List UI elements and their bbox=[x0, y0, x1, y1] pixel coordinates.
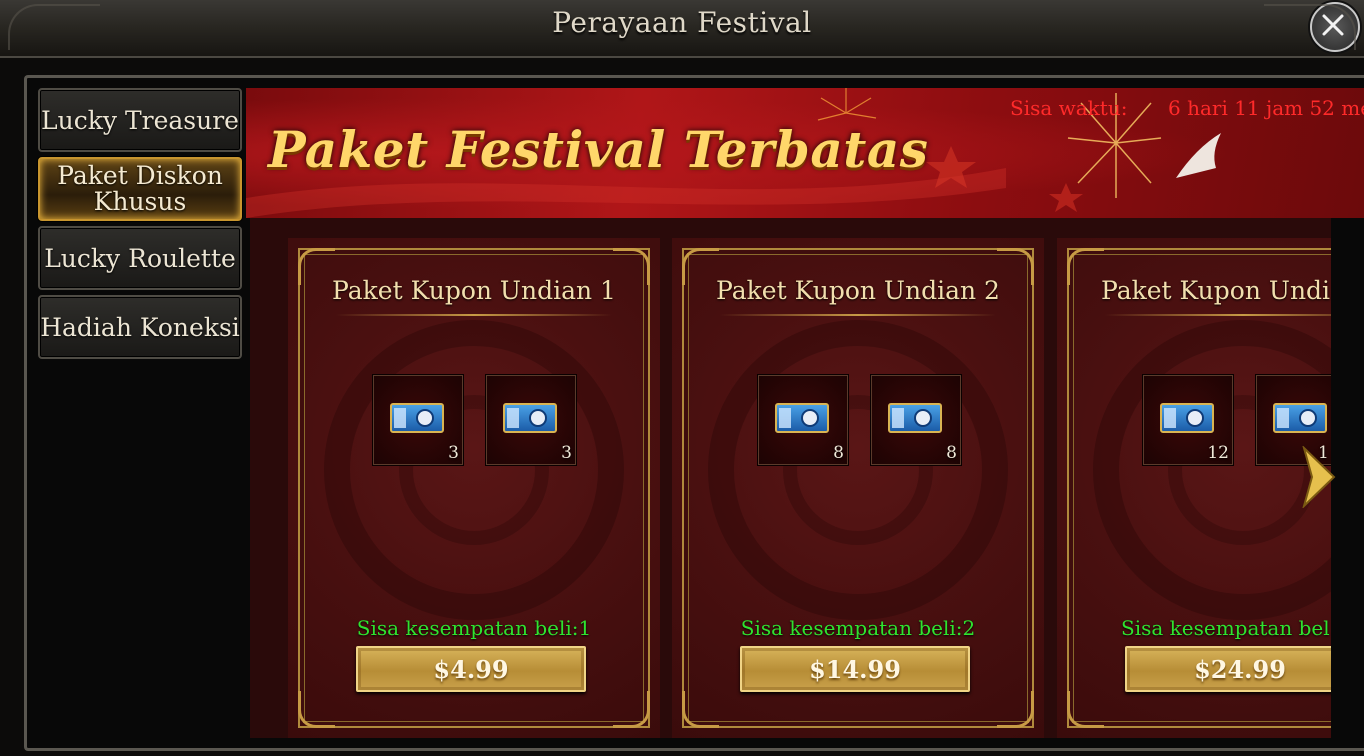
corner-ornament bbox=[997, 691, 1034, 728]
title-divider bbox=[336, 314, 612, 316]
title-divider bbox=[1105, 314, 1331, 316]
package-card: Paket Kupon Undi 12 1 Sisa kesempatan be… bbox=[1057, 238, 1331, 738]
item-quantity: 12 bbox=[1207, 443, 1229, 463]
lottery-coupon-icon bbox=[888, 403, 942, 433]
lottery-coupon-icon bbox=[1160, 403, 1214, 433]
item-quantity: 8 bbox=[946, 443, 957, 463]
tab-label: Paket Diskon Khusus bbox=[57, 161, 223, 216]
next-arrow-icon[interactable] bbox=[1302, 446, 1336, 508]
timer-value: 6 hari 11 jam 52 me bbox=[1168, 96, 1364, 120]
corner-ornament bbox=[298, 691, 335, 728]
lottery-coupon-icon bbox=[775, 403, 829, 433]
tab-hadiah-koneksi[interactable]: Hadiah Koneksi bbox=[38, 295, 242, 359]
corner-ornament bbox=[682, 691, 719, 728]
lottery-coupon-icon bbox=[1273, 403, 1327, 433]
package-card: Paket Kupon Undian 1 3 3 Sisa kesempatan… bbox=[288, 238, 660, 738]
tab-paket-diskon-khusus[interactable]: Paket Diskon Khusus bbox=[38, 157, 242, 221]
buy-button[interactable]: $14.99 bbox=[740, 646, 970, 692]
package-title: Paket Kupon Undian 2 bbox=[716, 276, 1000, 305]
price-label: $4.99 bbox=[433, 654, 509, 684]
corner-ornament bbox=[1067, 248, 1104, 285]
item-slot[interactable]: 8 bbox=[870, 374, 962, 466]
tab-lucky-treasure[interactable]: Lucky Treasure bbox=[38, 88, 242, 152]
tab-label: Hadiah Koneksi bbox=[40, 312, 240, 342]
item-quantity: 3 bbox=[561, 443, 572, 463]
window-title: Perayaan Festival bbox=[552, 6, 812, 39]
price-label: $24.99 bbox=[1194, 654, 1286, 684]
tab-label: Lucky Roulette bbox=[44, 243, 236, 273]
lottery-coupon-icon bbox=[390, 403, 444, 433]
item-quantity: 8 bbox=[833, 443, 844, 463]
title-bar: Perayaan Festival bbox=[0, 0, 1364, 58]
item-slot[interactable]: 8 bbox=[757, 374, 849, 466]
remaining-purchases: Sisa kesempatan beli:2 bbox=[740, 616, 976, 640]
item-quantity: 3 bbox=[448, 443, 459, 463]
close-button[interactable] bbox=[1310, 2, 1360, 52]
item-slot[interactable]: 12 bbox=[1142, 374, 1234, 466]
close-icon bbox=[1322, 14, 1344, 36]
corner-ornament bbox=[613, 691, 650, 728]
remaining-purchases: Sisa kesempatan bel bbox=[1121, 616, 1330, 640]
corner-ornament bbox=[1067, 691, 1104, 728]
remaining-purchases: Sisa kesempatan beli:1 bbox=[356, 616, 592, 640]
banner-title: Paket Festival Terbatas bbox=[268, 120, 929, 179]
item-slot[interactable]: 3 bbox=[372, 374, 464, 466]
item-slot[interactable]: 3 bbox=[485, 374, 577, 466]
title-divider bbox=[720, 314, 996, 316]
package-list[interactable]: Paket Kupon Undian 1 3 3 Sisa kesempatan… bbox=[250, 218, 1331, 738]
tab-label: Lucky Treasure bbox=[41, 105, 239, 135]
festival-banner: Paket Festival Terbatas Sisa waktu: 6 ha… bbox=[246, 88, 1364, 218]
timer-label: Sisa waktu: bbox=[1010, 96, 1128, 120]
buy-button[interactable]: $24.99 bbox=[1125, 646, 1331, 692]
lottery-coupon-icon bbox=[503, 403, 557, 433]
sidebar: Lucky Treasure Paket Diskon Khusus Lucky … bbox=[38, 88, 242, 364]
package-card: Paket Kupon Undian 2 8 8 Sisa kesempatan… bbox=[672, 238, 1044, 738]
buy-button[interactable]: $4.99 bbox=[356, 646, 586, 692]
tab-lucky-roulette[interactable]: Lucky Roulette bbox=[38, 226, 242, 290]
package-title: Paket Kupon Undi bbox=[1101, 276, 1331, 305]
price-label: $14.99 bbox=[809, 654, 901, 684]
package-title: Paket Kupon Undian 1 bbox=[332, 276, 616, 305]
